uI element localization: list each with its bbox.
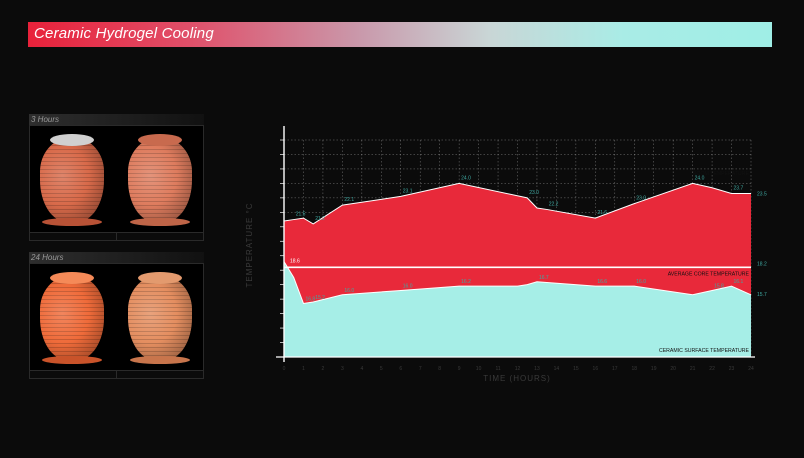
photo-panel-24h: 24 Hours (29, 252, 204, 379)
x-tick-label: 18 (631, 366, 637, 372)
data-label: 22.2 (549, 201, 559, 207)
data-label: 23.7 (734, 186, 744, 192)
x-tick-label: 8 (438, 366, 441, 372)
x-tick-label: 10 (476, 366, 482, 372)
surface-area (284, 261, 751, 357)
core-start-label: 18.6 (290, 258, 300, 264)
room-temperature-line (283, 182, 751, 225)
pot-without-hydrogel-image (128, 272, 192, 364)
data-label: 23.1 (403, 188, 413, 194)
x-tick-label: 13 (534, 366, 540, 372)
x-tick-label: 16 (593, 366, 599, 372)
pot-with-hydrogel-image (40, 134, 104, 226)
data-label: 24.0 (695, 175, 705, 181)
data-label: 21.5 (296, 212, 306, 218)
x-tick-label: 11 (495, 366, 500, 372)
data-label: 24.0 (461, 175, 471, 181)
data-label: 16.8 (305, 296, 315, 302)
x-tick-label: 17 (612, 366, 618, 372)
data-label: 16.1 (734, 279, 744, 285)
photo-panel-3h: 3 Hours (29, 114, 204, 241)
data-label: 21.6 (597, 210, 607, 216)
data-label: 23.0 (529, 190, 539, 196)
x-tick-label: 9 (458, 366, 461, 372)
data-label: 15.8 (714, 283, 724, 289)
data-label: 22.1 (344, 197, 354, 203)
x-tick-label: 4 (360, 366, 363, 372)
surface-temperature-line (283, 261, 752, 305)
surface-series-label: CERAMIC SURFACE TEMPERATURE (659, 348, 750, 354)
x-tick-label: 3 (341, 366, 344, 372)
x-tick-label: 12 (515, 366, 521, 372)
data-label: 16.0 (636, 279, 646, 285)
room-area (284, 183, 751, 304)
data-label: 23.0 (636, 196, 646, 202)
x-tick-label: 23 (729, 366, 735, 372)
x-tick-label: 5 (380, 366, 383, 372)
y-axis-title: TEMPERATURE °C (245, 202, 254, 287)
x-tick-label: 0 (283, 366, 286, 372)
data-label: 16.7 (539, 275, 549, 281)
pot-without-hydrogel-image (128, 134, 192, 226)
surface-end-label: 15.7 (757, 292, 767, 298)
photo-frame (29, 125, 204, 232)
chart-grid (284, 139, 752, 357)
x-axis-title: TIME (HOURS) (483, 374, 551, 383)
x-tick-label: 19 (651, 366, 657, 372)
room-end-label: 23.5 (757, 192, 767, 198)
x-tick-label: 2 (322, 366, 325, 372)
room-series-label: ROOM TEMPERATURE (693, 171, 750, 177)
photo-frame (29, 263, 204, 370)
data-label: 16.6 (597, 279, 607, 285)
pot-with-hydrogel-image (40, 272, 104, 364)
chart-lines (283, 182, 752, 305)
core-end-label: 18.2 (757, 261, 767, 267)
x-tick-label: 6 (399, 366, 402, 372)
photo-label: 24 Hours (29, 252, 204, 263)
x-tick-label: 21 (690, 366, 696, 372)
chart-areas (284, 183, 751, 357)
data-label: 16.0 (403, 283, 413, 289)
x-tick-label: 24 (748, 366, 754, 372)
title-banner: Ceramic Hydrogel Cooling (28, 22, 772, 47)
x-tick-label: 14 (554, 366, 560, 372)
data-label: 21.2 (315, 216, 325, 222)
photo-caption-row (29, 370, 204, 379)
chart-labels: 21.5 21.2 22.1 23.1 24.0 23.0 22.2 21.6 23.0 24.0… (290, 171, 767, 354)
data-label: 15.2 (315, 295, 325, 301)
photo-label: 3 Hours (29, 114, 204, 125)
page-title: Ceramic Hydrogel Cooling (34, 25, 214, 42)
x-tick-label: 20 (670, 366, 676, 372)
core-series-label: AVERAGE CORE TEMPERATURE (668, 271, 750, 277)
data-label: 16.2 (461, 279, 471, 285)
chart-axes: 0 1 2 3 4 5 6 7 8 9 10 11 12 13 14 15 16 17 18 19 20 21 22 23 24 (276, 126, 755, 372)
x-tick-label: 15 (573, 366, 579, 372)
x-tick-label: 1 (302, 366, 305, 372)
photo-caption-row (29, 232, 204, 241)
data-label: 16.0 (344, 288, 354, 294)
x-tick-label: 7 (419, 366, 422, 372)
x-tick-label: 22 (709, 366, 715, 372)
